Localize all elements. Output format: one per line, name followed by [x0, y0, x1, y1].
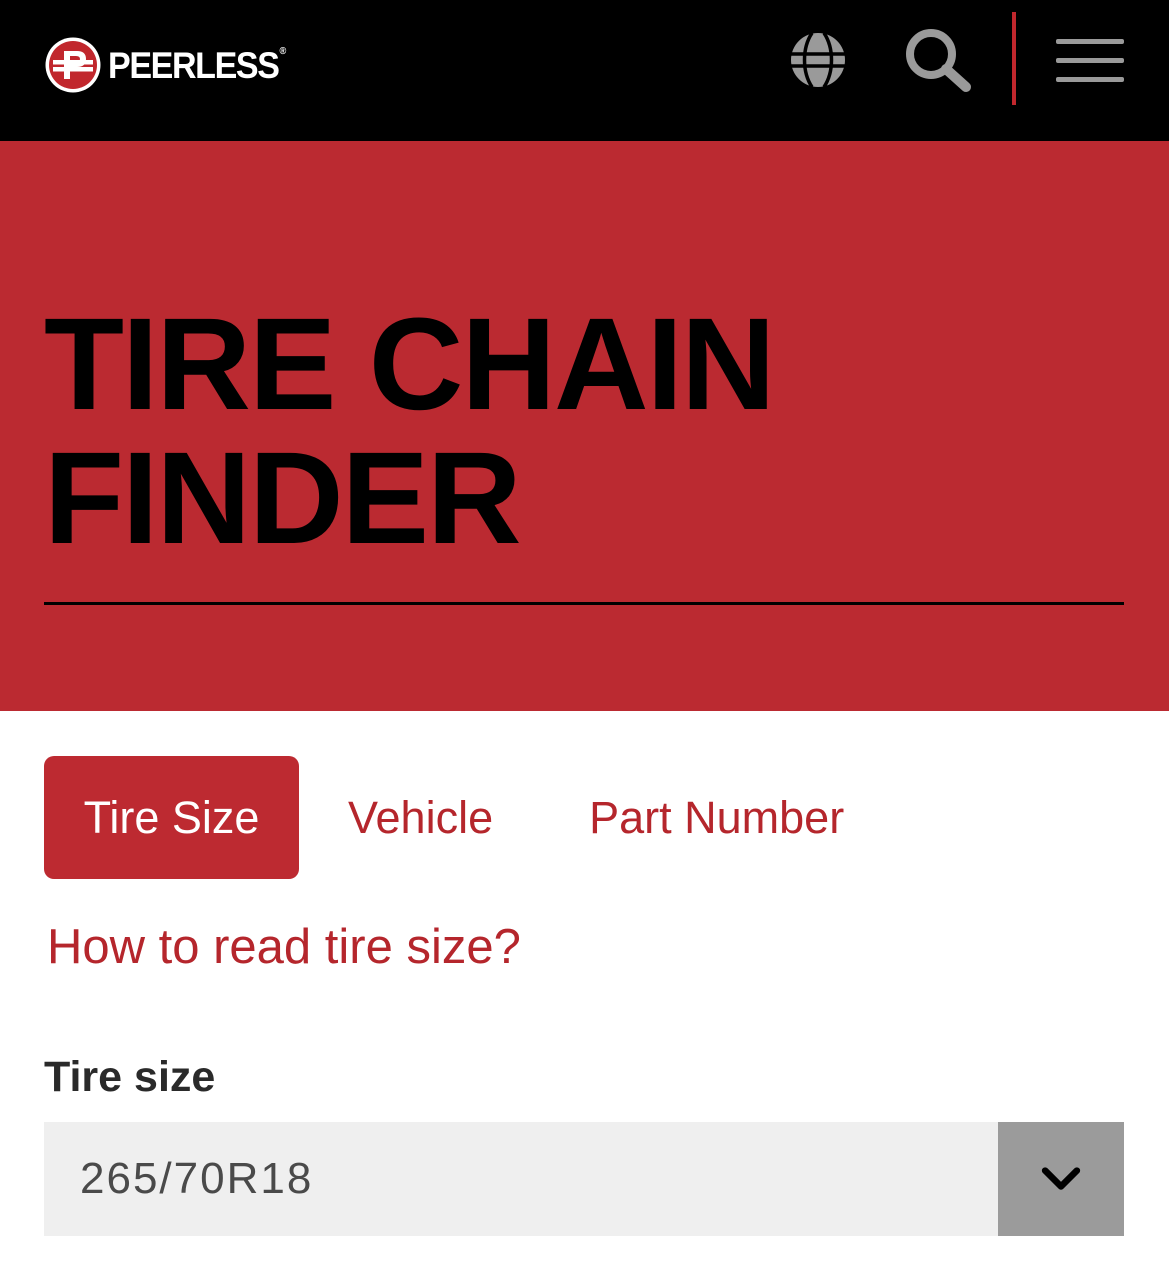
tab-vehicle[interactable]: Vehicle	[348, 795, 493, 840]
how-to-read-tire-size-link[interactable]: How to read tire size?	[47, 918, 521, 976]
page-title-line1: TIRE CHAIN	[44, 290, 776, 437]
menu-button[interactable]	[1056, 38, 1126, 84]
title-underline	[44, 602, 1124, 605]
search-icon	[906, 29, 971, 92]
globe-icon	[791, 32, 845, 88]
peerless-logo-icon	[45, 37, 101, 93]
search-button[interactable]	[903, 27, 973, 93]
site-header: PEERLESS®	[0, 0, 1169, 141]
page-title-line2: FINDER	[44, 424, 522, 571]
search-mode-tabs: Tire Size Vehicle Part Number	[44, 756, 844, 879]
tire-size-label: Tire size	[44, 1053, 216, 1101]
page-title: TIRE CHAIN FINDER	[44, 297, 1044, 565]
dropdown-toggle-button[interactable]	[998, 1122, 1124, 1236]
brand-name: PEERLESS®	[108, 44, 286, 86]
registered-mark: ®	[279, 45, 286, 57]
language-button[interactable]	[788, 30, 848, 90]
tire-size-selected-value: 265/70R18	[80, 1154, 314, 1203]
tire-size-select[interactable]: 265/70R18	[44, 1122, 1124, 1236]
tab-tire-size[interactable]: Tire Size	[44, 756, 299, 879]
hero-banner: TIRE CHAIN FINDER	[0, 141, 1169, 711]
tab-part-number[interactable]: Part Number	[589, 795, 844, 840]
header-divider	[1012, 12, 1016, 105]
brand-logo[interactable]: PEERLESS®	[44, 36, 300, 94]
hamburger-menu-icon	[1056, 39, 1124, 82]
chevron-down-icon	[1041, 1167, 1081, 1190]
